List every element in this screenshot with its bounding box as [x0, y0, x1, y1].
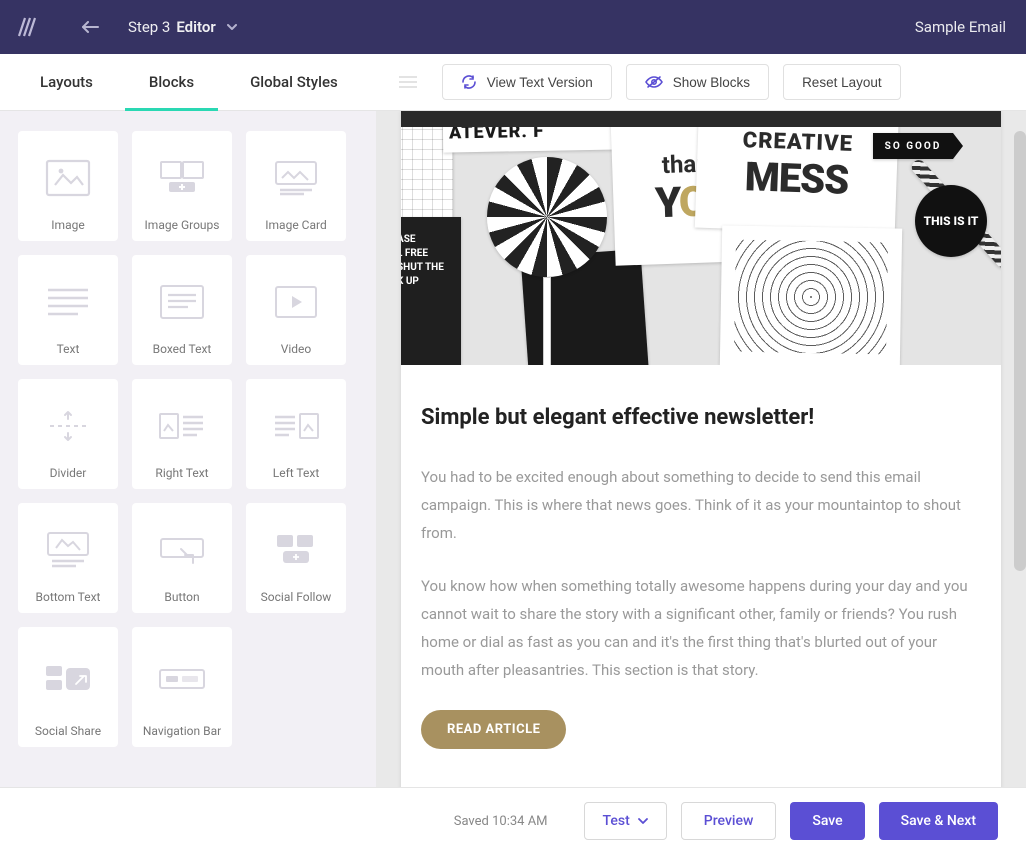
button-icon [157, 511, 207, 588]
button-label: View Text Version [487, 75, 593, 90]
hero-creative-text: CREATIVE [742, 128, 853, 157]
article-para-2: You know how when something totally awes… [421, 573, 981, 684]
block-boxed-text[interactable]: Boxed Text [132, 255, 232, 365]
read-article-button[interactable]: READ ARTICLE [421, 710, 566, 749]
menu-icon[interactable] [398, 75, 418, 89]
canvas-scrollbar[interactable] [1014, 131, 1026, 571]
image-card-icon [272, 139, 320, 216]
block-label: Social Follow [261, 590, 332, 605]
step-selector[interactable]: Step 3 Editor [128, 18, 238, 36]
article-para-1: You had to be excited enough about somet… [421, 464, 981, 547]
block-image[interactable]: Image [18, 131, 118, 241]
button-label: Save [812, 813, 842, 829]
block-button[interactable]: Button [132, 503, 232, 613]
app-logo-icon [14, 15, 38, 39]
step-name: Editor [176, 18, 215, 36]
hero-leftblack: ASE L FREE SHUT THE K UP [401, 217, 461, 365]
block-image-card[interactable]: Image Card [246, 131, 346, 241]
block-social-follow[interactable]: tf Social Follow [246, 503, 346, 613]
save-button[interactable]: Save [790, 802, 864, 840]
right-text-icon [157, 387, 207, 464]
block-label: Button [164, 590, 199, 605]
block-text[interactable]: Text [18, 255, 118, 365]
social-share-icon: ft [42, 635, 94, 722]
hero-image: ATEVER. F ASE L FREE SHUT THE K UP thank… [401, 127, 1001, 365]
button-label: Test [603, 813, 630, 829]
social-follow-icon: tf [271, 511, 321, 588]
block-label: Image [51, 218, 84, 233]
article-body: Simple but elegant effective newsletter!… [401, 365, 1001, 787]
eye-off-icon [645, 75, 663, 89]
video-icon [272, 263, 320, 340]
block-label: Bottom Text [36, 590, 101, 605]
blocks-sidebar: Image Image Groups Image Card Text [0, 111, 376, 787]
block-label: Video [281, 342, 312, 357]
image-icon [45, 139, 91, 216]
block-social-share[interactable]: ft Social Share [18, 627, 118, 747]
saved-timestamp: Saved 10:34 AM [454, 814, 548, 829]
hero-scribble [720, 225, 902, 365]
boxed-text-icon [158, 263, 206, 340]
left-text-icon [271, 387, 321, 464]
block-label: Image Card [265, 218, 326, 233]
hero-mess-card: CREATIVE MESS [695, 127, 899, 234]
view-text-version-button[interactable]: View Text Version [442, 64, 612, 100]
bottom-text-icon [44, 511, 92, 588]
hero-lollipop [487, 157, 607, 277]
step-prefix: Step 3 [128, 18, 170, 36]
svg-text:t: t [53, 681, 56, 690]
navigation-bar-icon [157, 635, 207, 722]
app-header: Step 3 Editor Sample Email [0, 0, 1026, 54]
back-arrow-icon[interactable] [80, 17, 100, 37]
button-label: Save & Next [901, 813, 976, 829]
svg-text:f: f [53, 667, 56, 676]
block-label: Social Share [35, 724, 101, 739]
image-groups-icon [157, 139, 207, 216]
block-image-groups[interactable]: Image Groups [132, 131, 232, 241]
text-icon [46, 263, 90, 340]
email-canvas[interactable]: ATEVER. F ASE L FREE SHUT THE K UP thank… [401, 111, 1001, 787]
block-divider[interactable]: Divider [18, 379, 118, 489]
main-area: Image Image Groups Image Card Text [0, 111, 1026, 787]
tab-bar: Layouts Blocks Global Styles View Text V… [0, 54, 1026, 111]
block-label: Image Groups [145, 218, 220, 233]
tab-blocks[interactable]: Blocks [149, 54, 194, 110]
block-label: Boxed Text [153, 342, 212, 357]
block-navigation-bar[interactable]: Navigation Bar [132, 627, 232, 747]
save-next-button[interactable]: Save & Next [879, 802, 998, 840]
hero-sogood-badge: SO GOOD [873, 133, 953, 159]
document-title: Sample Email [915, 18, 1006, 36]
block-label: Divider [50, 466, 87, 481]
svg-text:t: t [284, 537, 287, 547]
hero-atever: ATEVER. F [443, 127, 624, 153]
preview-button[interactable]: Preview [681, 802, 777, 840]
block-bottom-text[interactable]: Bottom Text [18, 503, 118, 613]
block-left-text[interactable]: Left Text [246, 379, 346, 489]
tab-layouts[interactable]: Layouts [40, 54, 93, 110]
chevron-down-icon [226, 23, 238, 31]
canvas-area: ATEVER. F ASE L FREE SHUT THE K UP thank… [376, 111, 1026, 787]
block-label: Navigation Bar [143, 724, 221, 739]
email-topband [401, 111, 1001, 127]
button-label: Show Blocks [673, 75, 750, 90]
show-blocks-button[interactable]: Show Blocks [626, 64, 769, 100]
hero-mess-text: MESS [744, 153, 849, 204]
block-right-text[interactable]: Right Text [132, 379, 232, 489]
footer-bar: Saved 10:34 AM Test Preview Save Save & … [0, 787, 1026, 854]
block-label: Text [57, 342, 80, 357]
caret-down-icon [638, 818, 648, 824]
block-video[interactable]: Video [246, 255, 346, 365]
hero-thisisit-badge: THIS IS IT [915, 185, 987, 257]
block-label: Left Text [273, 466, 320, 481]
button-label: Preview [704, 813, 754, 829]
reset-layout-button[interactable]: Reset Layout [783, 64, 901, 100]
button-label: Reset Layout [802, 75, 882, 90]
article-title: Simple but elegant effective newsletter! [421, 405, 981, 430]
test-button[interactable]: Test [584, 802, 667, 840]
tab-global-styles[interactable]: Global Styles [250, 54, 338, 110]
block-label: Right Text [155, 466, 208, 481]
refresh-icon [461, 74, 477, 90]
divider-icon [44, 387, 92, 464]
